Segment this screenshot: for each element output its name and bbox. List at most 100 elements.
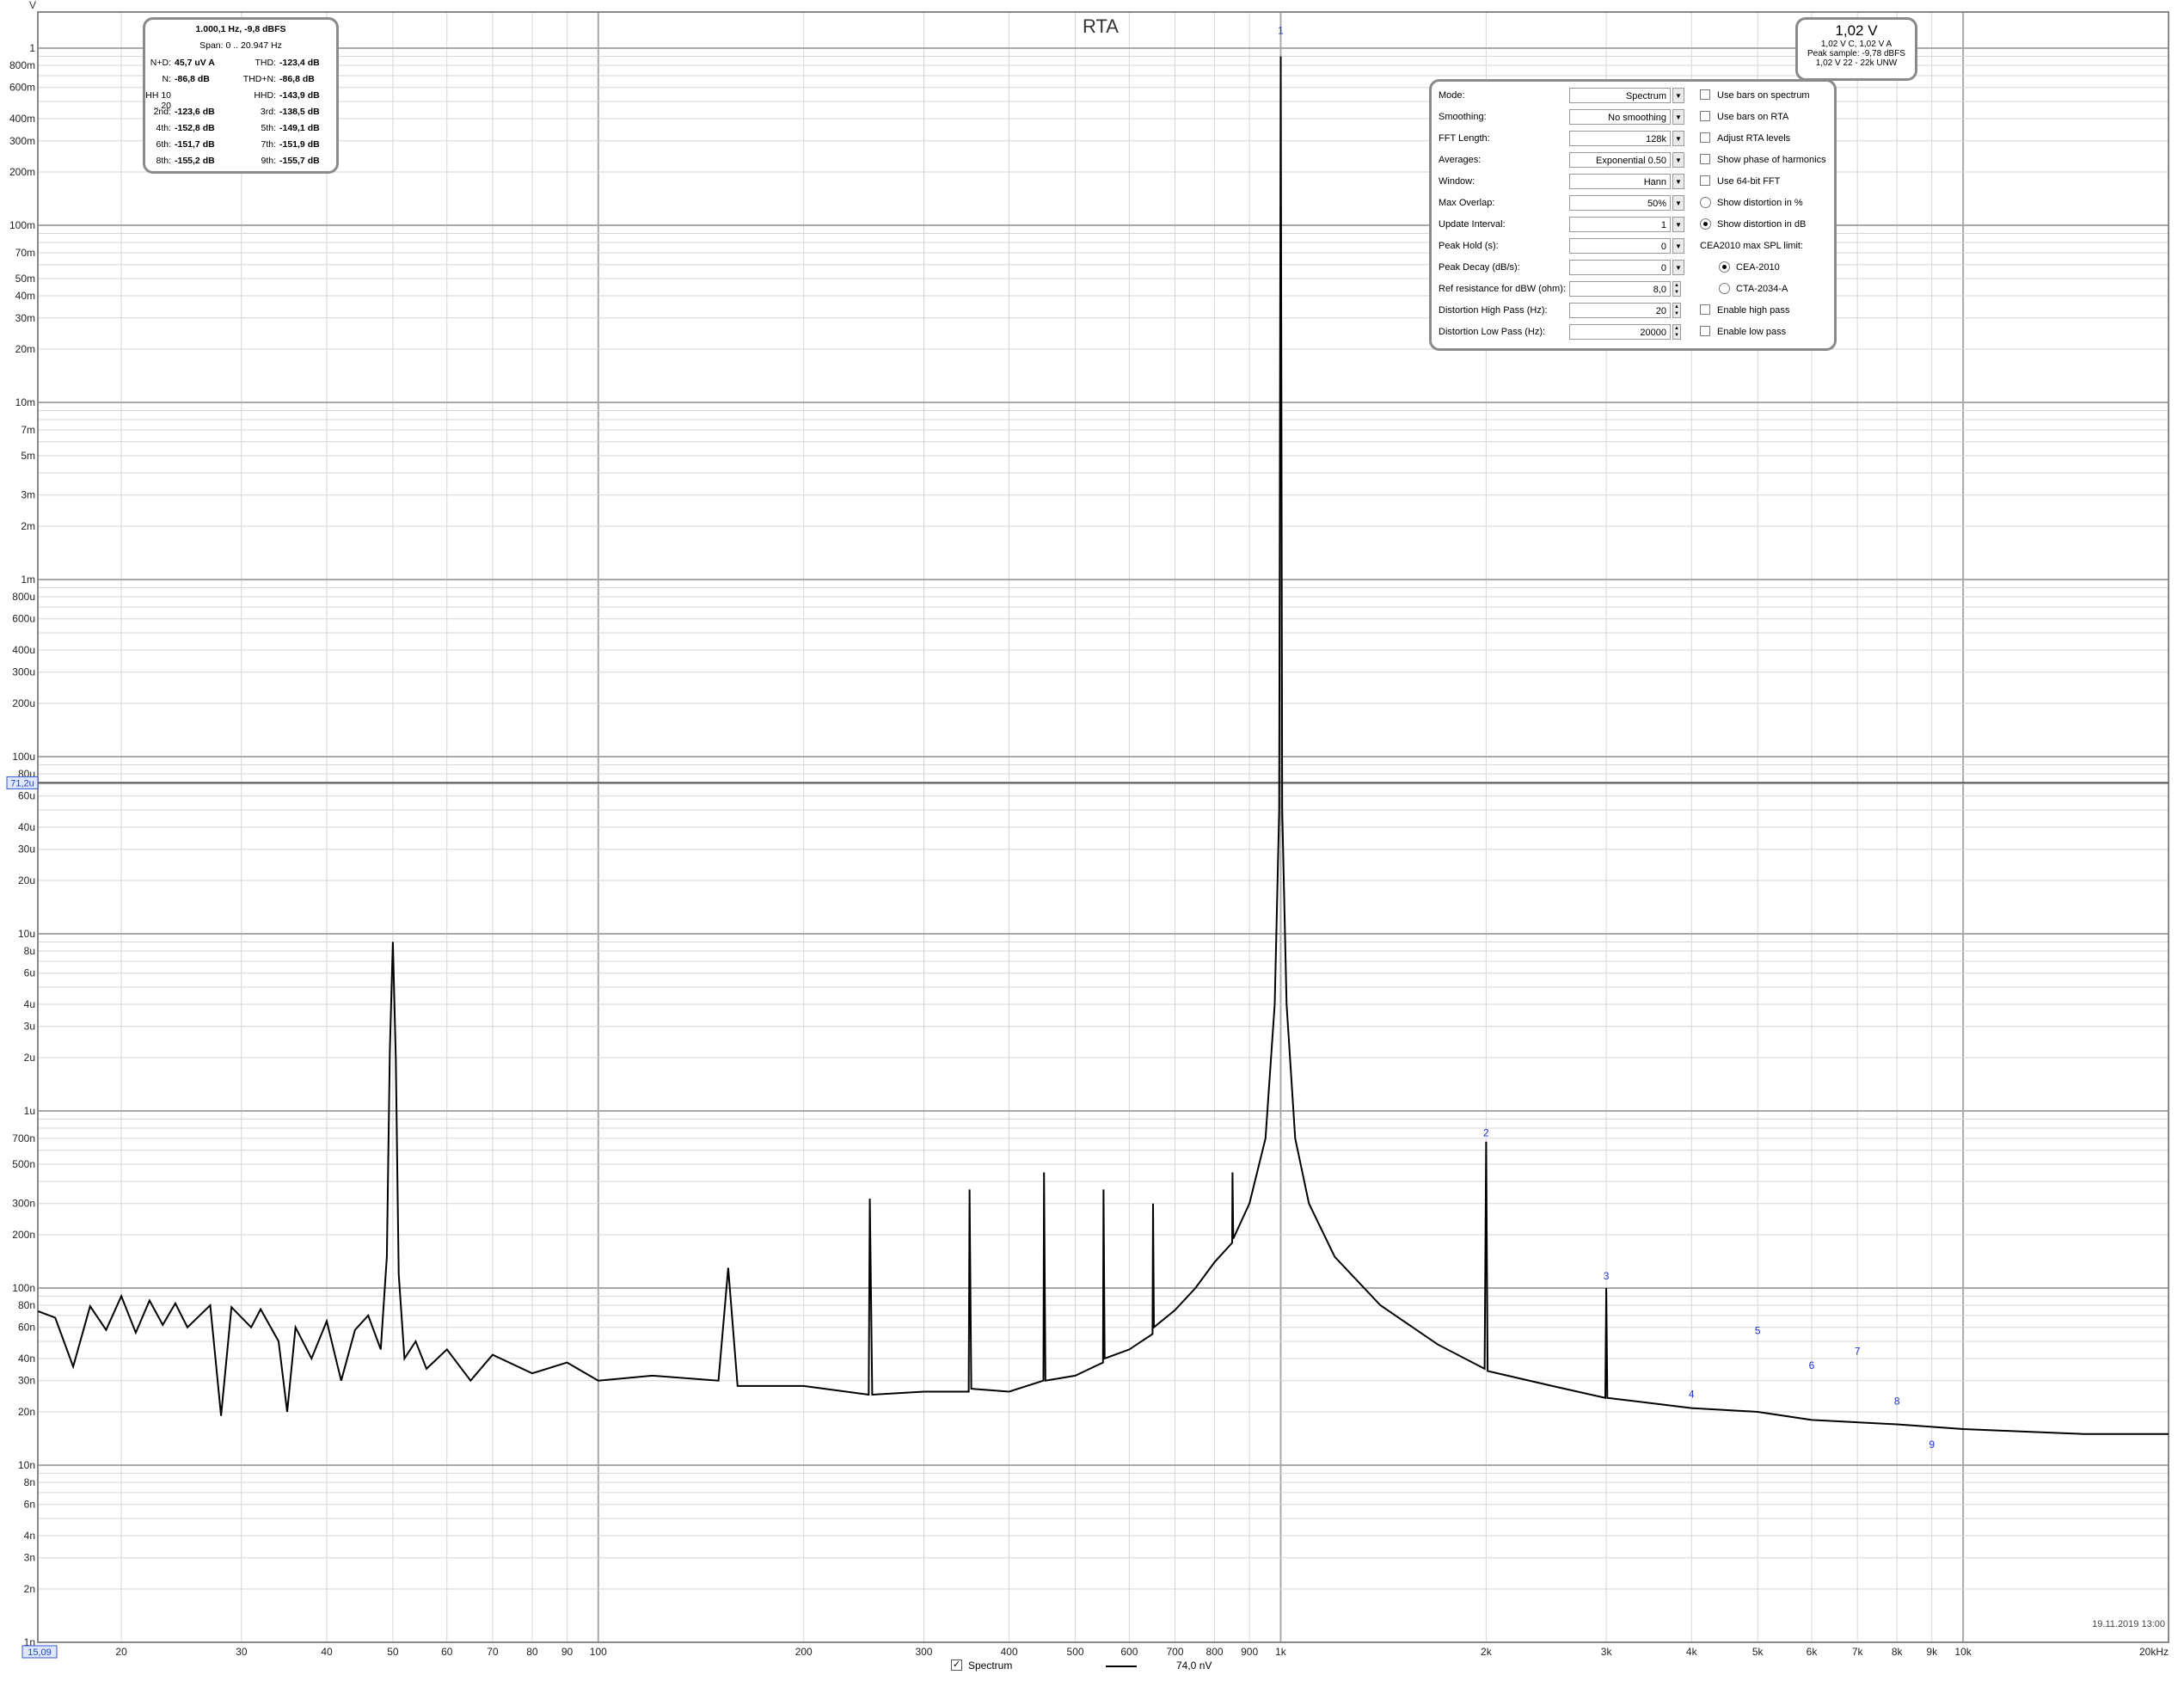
stats-value: -138,5 dB <box>279 107 320 117</box>
y-tick-label: 600u <box>12 613 35 625</box>
rta-controls-panel: Mode: Spectrum ▼ Use bars on spectrum Smooth… <box>1429 79 1837 351</box>
dropdown-arrow-icon[interactable]: ▼ <box>1672 174 1684 189</box>
control-value[interactable]: 20 <box>1569 303 1671 318</box>
control-row: Ref resistance for dBW (ohm): 8,0 ▲ ▼ CTA-20… <box>1432 280 1834 299</box>
control-label: Peak Hold (s): <box>1439 241 1499 251</box>
control-value[interactable]: 1 <box>1569 217 1671 232</box>
option-checkbox[interactable] <box>1700 111 1710 121</box>
stats-value: -149,1 dB <box>279 123 320 133</box>
option-label: Show phase of harmonics <box>1717 155 1826 165</box>
stats-row: 6th: -151,7 dB 7th: -151,9 dB <box>145 139 336 155</box>
dropdown-arrow-icon[interactable]: ▼ <box>1672 217 1684 232</box>
stats-value: -151,9 dB <box>279 139 320 150</box>
stats-label: THD: <box>255 58 277 68</box>
spinner-icon[interactable]: ▲ ▼ <box>1672 303 1681 318</box>
option-label: Enable high pass <box>1717 305 1790 316</box>
option-checkbox[interactable] <box>1700 154 1710 164</box>
level-line1: 1,02 V C, 1,02 V A <box>1820 40 1893 49</box>
level-main: 1,02 V <box>1835 22 1878 39</box>
option-checkbox[interactable] <box>1700 89 1710 100</box>
y-tick-label: 500n <box>12 1158 35 1170</box>
control-value[interactable]: Spectrum <box>1569 88 1671 103</box>
control-label: Smoothing: <box>1439 112 1487 122</box>
control-value[interactable]: No smoothing <box>1569 109 1671 125</box>
y-tick-label: 10u <box>18 928 35 940</box>
control-label: Peak Decay (dB/s): <box>1439 262 1520 273</box>
y-tick-label: 4u <box>24 998 35 1010</box>
y-tick-label: 1u <box>24 1105 35 1117</box>
dropdown-arrow-icon[interactable]: ▼ <box>1672 195 1684 211</box>
dropdown-arrow-icon[interactable]: ▼ <box>1672 152 1684 168</box>
stats-header: 1.000,1 Hz, -9,8 dBFS <box>195 24 286 34</box>
y-tick-label: 20m <box>15 343 35 355</box>
dropdown-arrow-icon[interactable]: ▼ <box>1672 88 1684 103</box>
harmonic-marker: 8 <box>1894 1395 1900 1407</box>
stats-label: N: <box>162 74 172 84</box>
dropdown-arrow-icon[interactable]: ▼ <box>1672 109 1684 125</box>
stats-row: 4th: -152,8 dB 5th: -149,1 dB <box>145 123 336 138</box>
y-tick-label: 10m <box>15 396 35 408</box>
harmonic-marker: 1 <box>1278 25 1284 37</box>
harmonic-marker: 3 <box>1604 1270 1610 1282</box>
option-radio[interactable] <box>1719 261 1730 273</box>
option-checkbox[interactable] <box>1700 326 1710 336</box>
stats-label: N+D: <box>150 58 171 68</box>
stats-label: 7th: <box>261 139 276 150</box>
control-row: Distortion Low Pass (Hz): 20000 ▲ ▼ Enable l… <box>1432 323 1834 342</box>
dropdown-arrow-icon[interactable]: ▼ <box>1672 131 1684 146</box>
control-value[interactable]: 8,0 <box>1569 281 1671 297</box>
harmonic-marker: 7 <box>1855 1346 1861 1358</box>
control-row: Peak Hold (s): 0 ▼ CEA2010 max SPL limit: <box>1432 237 1834 256</box>
y-tick-label: 600m <box>9 82 35 94</box>
y-tick-label: 6n <box>24 1499 35 1511</box>
control-value[interactable]: Hann <box>1569 174 1671 189</box>
stats-label: 5th: <box>261 123 276 133</box>
harmonic-marker: 9 <box>1929 1439 1935 1451</box>
x-tick-label: 20 <box>115 1646 127 1658</box>
spinner-icon[interactable]: ▲ ▼ <box>1672 324 1681 340</box>
y-tick-label: 80n <box>18 1299 35 1311</box>
x-tick-label: 1k <box>1275 1646 1287 1658</box>
control-value[interactable]: 50% <box>1569 195 1671 211</box>
spectrum-checkbox[interactable]: ✓ <box>951 1660 962 1671</box>
y-tick-label: 300u <box>12 666 35 678</box>
x-tick-label: 90 <box>561 1646 574 1658</box>
y-tick-label: 2n <box>24 1583 35 1595</box>
y-tick-label: 3n <box>24 1552 35 1564</box>
option-checkbox[interactable] <box>1700 132 1710 143</box>
harmonic-marker: 5 <box>1755 1324 1761 1336</box>
stats-label: 2nd: <box>153 107 171 117</box>
control-value[interactable]: Exponential 0.50 <box>1569 152 1671 168</box>
control-value[interactable]: 0 <box>1569 260 1671 275</box>
option-checkbox[interactable] <box>1700 175 1710 186</box>
control-value[interactable]: 0 <box>1569 238 1671 254</box>
spinner-icon[interactable]: ▲ ▼ <box>1672 281 1681 297</box>
control-label: Ref resistance for dBW (ohm): <box>1439 284 1566 294</box>
control-value[interactable]: 128k <box>1569 131 1671 146</box>
option-label: Use bars on RTA <box>1717 112 1789 122</box>
control-label: Window: <box>1439 176 1475 187</box>
y-tick-label: 800u <box>12 591 35 603</box>
y-tick-label: 3u <box>24 1021 35 1033</box>
stats-panel: 1.000,1 Hz, -9,8 dBFS Span: 0 .. 20.947 … <box>143 17 339 174</box>
option-radio[interactable] <box>1719 283 1730 294</box>
stats-label: 3rd: <box>260 107 276 117</box>
harmonic-marker: 2 <box>1483 1126 1489 1138</box>
option-label: CEA2010 max SPL limit: <box>1700 241 1804 251</box>
x-tick-label: 10k <box>1954 1646 1972 1658</box>
option-checkbox[interactable] <box>1700 304 1710 315</box>
stats-label: THD+N: <box>242 74 276 84</box>
dropdown-arrow-icon[interactable]: ▼ <box>1672 260 1684 275</box>
x-tick-label: 9k <box>1926 1646 1938 1658</box>
rta-chart[interactable]: V1800m600m400m300m200m100m70m50m40m30m20… <box>0 0 2184 1681</box>
dropdown-arrow-icon[interactable]: ▼ <box>1672 238 1684 254</box>
y-tick-label: 7m <box>21 424 35 436</box>
control-value[interactable]: 20000 <box>1569 324 1671 340</box>
x-tick-label: 7k <box>1852 1646 1864 1658</box>
x-tick-label: 300 <box>915 1646 932 1658</box>
option-radio[interactable] <box>1700 218 1711 230</box>
control-row: Peak Decay (dB/s): 0 ▼ CEA-2010 <box>1432 259 1834 278</box>
y-tick-label: 8u <box>24 945 35 957</box>
option-label: Adjust RTA levels <box>1717 133 1791 144</box>
option-radio[interactable] <box>1700 197 1711 208</box>
